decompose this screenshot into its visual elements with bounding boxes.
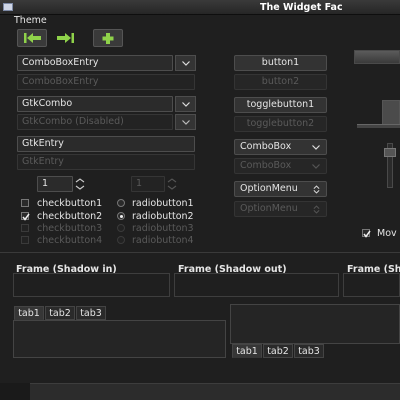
notebook1-tab-1[interactable]: tab1 (14, 306, 44, 320)
updown-arrows-icon (313, 205, 320, 214)
notebook2-tab-3[interactable]: tab3 (294, 344, 324, 358)
vertical-scale-knob[interactable] (384, 148, 396, 157)
optionmenu[interactable]: OptionMenu (234, 181, 327, 197)
gtkcombo-dropdown-button[interactable] (175, 96, 196, 112)
gtkentry-disabled: GtkEntry (17, 154, 195, 170)
button2: button2 (234, 74, 327, 90)
check-icon (363, 230, 371, 238)
frame-shadow-in (13, 273, 170, 297)
add-icon (102, 33, 114, 44)
spin-arrows-disabled (165, 176, 179, 192)
menu-theme[interactable]: Theme (14, 15, 47, 26)
goto-last-icon (57, 33, 74, 43)
spin-input[interactable]: 1 (37, 176, 73, 192)
checkbutton3-label: checkbutton3 (37, 223, 103, 234)
gtkcombo-disabled-dropdown (175, 114, 196, 130)
chevron-down-icon (312, 164, 320, 169)
frame-shadow-etched (343, 273, 400, 297)
spin-arrows-icon (167, 178, 177, 190)
radiobutton2-label[interactable]: radiobutton2 (132, 211, 194, 222)
gtkcombo-input[interactable]: GtkCombo (17, 96, 173, 112)
separator (0, 252, 400, 253)
gtkentry-input[interactable]: GtkEntry (17, 136, 195, 152)
checkbutton1-box[interactable] (21, 199, 29, 207)
window-icon (3, 3, 13, 11)
notebook1-tab-3[interactable]: tab3 (76, 306, 106, 320)
add-button[interactable] (93, 29, 123, 47)
updown-arrows-icon (313, 185, 320, 194)
optionmenu-disabled-label: OptionMenu (240, 203, 298, 214)
check-icon (22, 213, 30, 221)
combobox-label: ComboBox (240, 141, 292, 152)
comboboxentry-input[interactable]: ComboBoxEntry (17, 55, 173, 71)
comboboxentry-dropdown-button[interactable] (175, 55, 196, 71)
checkbutton2-box[interactable] (21, 212, 30, 221)
combobox[interactable]: ComboBox (234, 139, 327, 155)
checkbutton3-box (21, 224, 29, 232)
chevron-down-icon (312, 145, 320, 150)
horizontal-scrollbar[interactable] (354, 50, 400, 64)
radiobutton4-circle (117, 236, 125, 244)
goto-first-button[interactable] (17, 29, 47, 47)
horizontal-scrollbar-bottom[interactable] (0, 383, 400, 400)
move-label[interactable]: Mov (377, 228, 397, 239)
spin-arrows-icon (75, 178, 85, 190)
gtkcombo-disabled-input: GtkCombo (Disabled) (17, 114, 173, 130)
notebook2-page (230, 304, 400, 344)
combobox-disabled: ComboBox (234, 158, 327, 174)
chevron-down-icon (181, 60, 190, 66)
radiobutton3-label: radiobutton3 (132, 223, 194, 234)
frame-shadow-out (174, 273, 339, 297)
optionmenu-disabled: OptionMenu (234, 201, 327, 217)
togglebutton1[interactable]: togglebutton1 (234, 97, 327, 113)
optionmenu-label: OptionMenu (240, 183, 298, 194)
chevron-down-icon (181, 119, 190, 125)
checkbutton2-label[interactable]: checkbutton2 (37, 211, 102, 222)
menubar: Theme (0, 15, 400, 26)
notebook2-tab-1[interactable]: tab1 (232, 344, 262, 358)
goto-last-button[interactable] (54, 29, 80, 47)
radiobutton3-circle (117, 224, 125, 232)
notebook2-tab-2[interactable]: tab2 (263, 344, 293, 358)
radiobutton1-label[interactable]: radiobutton1 (132, 198, 194, 209)
comboboxentry-disabled: ComboBoxEntry (17, 74, 195, 90)
window-titlebar[interactable]: The Widget Fac (0, 0, 400, 15)
scrollbar-stepper[interactable] (0, 383, 30, 400)
goto-first-icon (24, 33, 41, 43)
togglebutton2: togglebutton2 (234, 116, 327, 132)
checkbutton4-label: checkbutton4 (37, 235, 103, 246)
move-checkbox[interactable] (362, 229, 371, 238)
notebook1-page (13, 320, 226, 358)
radiobutton1-circle[interactable] (117, 199, 125, 207)
horizontal-scale-track[interactable] (357, 124, 400, 128)
combobox-disabled-label: ComboBox (240, 160, 292, 171)
radiobutton2-circle[interactable] (117, 212, 125, 220)
window-title: The Widget Fac (260, 2, 343, 13)
vertical-scale-trough[interactable] (382, 100, 400, 126)
spin-input-disabled: 1 (131, 176, 165, 192)
notebook1-tab-2[interactable]: tab2 (45, 306, 75, 320)
chevron-down-icon (181, 101, 190, 107)
checkbutton4-box (21, 236, 29, 244)
checkbutton1-label[interactable]: checkbutton1 (37, 198, 102, 209)
radiobutton4-label: radiobutton4 (132, 235, 194, 246)
button1[interactable]: button1 (234, 55, 327, 71)
spin-arrows[interactable] (73, 176, 87, 192)
